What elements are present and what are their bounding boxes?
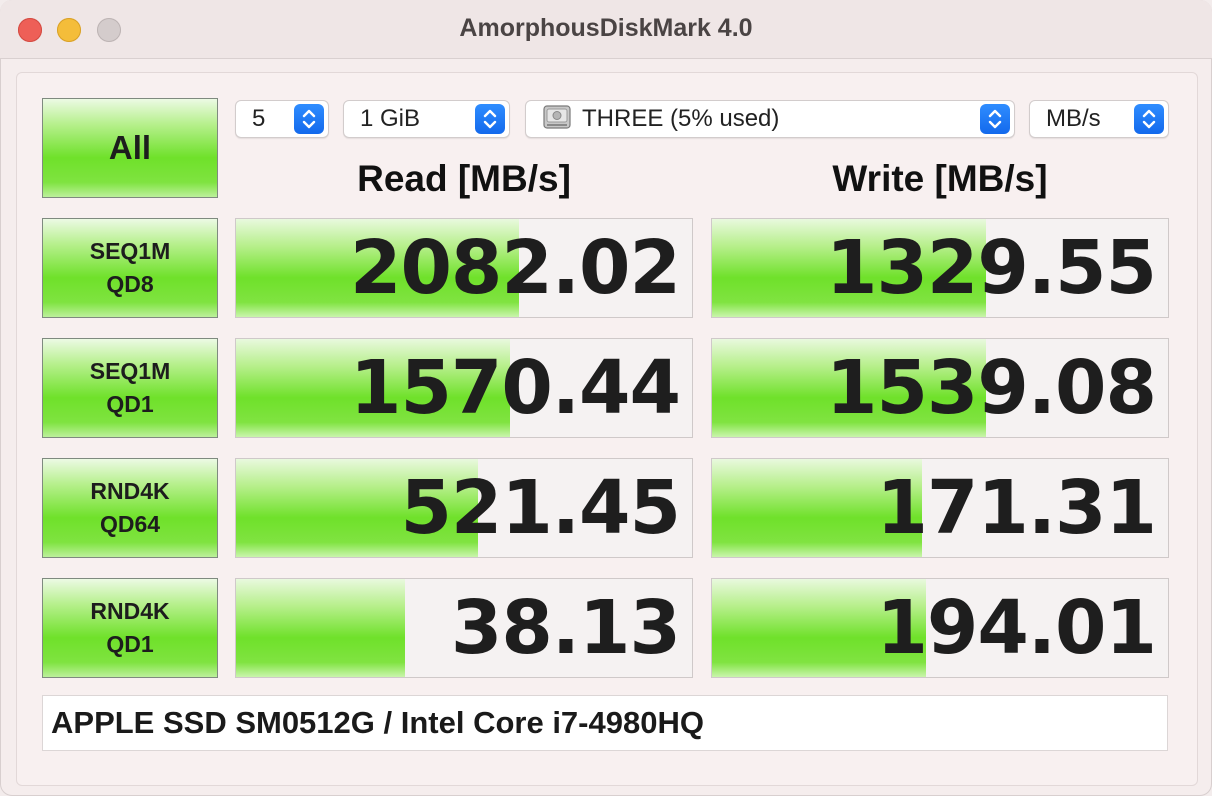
write-value: 1329.55 xyxy=(825,225,1157,311)
test-label-line2: QD8 xyxy=(106,271,154,297)
test-button-seq1m-qd8[interactable]: SEQ1M QD8 xyxy=(42,218,218,318)
read-value: 521.45 xyxy=(400,465,681,551)
test-count-value: 5 xyxy=(252,105,266,132)
test-button-rnd4k-qd64[interactable]: RND4K QD64 xyxy=(42,458,218,558)
run-all-button[interactable]: All xyxy=(42,98,218,198)
test-label-line1: SEQ1M xyxy=(89,238,171,264)
write-column-header: Write [MB/s] xyxy=(832,158,1048,199)
window-title: AmorphousDiskMark 4.0 xyxy=(459,14,753,42)
test-count-select[interactable]: 5 xyxy=(235,100,329,138)
chevron-updown-icon xyxy=(1134,104,1164,134)
read-value: 2082.02 xyxy=(349,225,681,311)
target-disk-value: THREE (5% used) xyxy=(582,105,780,132)
target-disk-select[interactable]: THREE (5% used) xyxy=(525,100,1015,138)
test-button-rnd4k-qd1[interactable]: RND4K QD1 xyxy=(42,578,218,678)
chevron-updown-icon xyxy=(475,104,505,134)
read-result-seq1m-qd8: 2082.02 xyxy=(235,218,693,318)
unit-value: MB/s xyxy=(1046,105,1101,132)
test-label-line2: QD1 xyxy=(106,391,154,417)
test-label-line2: QD1 xyxy=(106,631,154,657)
title-bar: AmorphousDiskMark 4.0 xyxy=(0,0,1212,59)
write-result-rnd4k-qd1: 194.01 xyxy=(711,578,1169,678)
read-progress-bar xyxy=(236,579,405,677)
chevron-updown-icon xyxy=(980,104,1010,134)
write-result-seq1m-qd1: 1539.08 xyxy=(711,338,1169,438)
test-label-line2: QD64 xyxy=(99,511,161,537)
chevron-updown-icon xyxy=(294,104,324,134)
test-size-value: 1 GiB xyxy=(360,105,421,132)
device-info-field[interactable]: APPLE SSD SM0512G / Intel Core i7-4980HQ xyxy=(42,695,1168,751)
device-info-text: APPLE SSD SM0512G / Intel Core i7-4980HQ xyxy=(51,705,704,740)
run-all-label: All xyxy=(108,129,152,166)
test-size-select[interactable]: 1 GiB xyxy=(343,100,510,138)
read-value: 1570.44 xyxy=(349,345,681,431)
test-label-line1: SEQ1M xyxy=(89,358,171,384)
write-value: 1539.08 xyxy=(825,345,1157,431)
unit-select[interactable]: MB/s xyxy=(1029,100,1169,138)
write-value: 194.01 xyxy=(876,585,1157,671)
test-label-line1: RND4K xyxy=(90,598,170,624)
read-column-header: Read [MB/s] xyxy=(357,158,571,199)
write-value: 171.31 xyxy=(876,465,1157,551)
read-result-seq1m-qd1: 1570.44 xyxy=(235,338,693,438)
read-result-rnd4k-qd1: 38.13 xyxy=(235,578,693,678)
read-result-rnd4k-qd64: 521.45 xyxy=(235,458,693,558)
read-value: 38.13 xyxy=(450,585,681,671)
test-button-seq1m-qd1[interactable]: SEQ1M QD1 xyxy=(42,338,218,438)
app-window: AmorphousDiskMark 4.0 All 5 1 GiB THREE … xyxy=(0,0,1212,796)
test-label-line1: RND4K xyxy=(90,478,170,504)
write-result-rnd4k-qd64: 171.31 xyxy=(711,458,1169,558)
write-result-seq1m-qd8: 1329.55 xyxy=(711,218,1169,318)
